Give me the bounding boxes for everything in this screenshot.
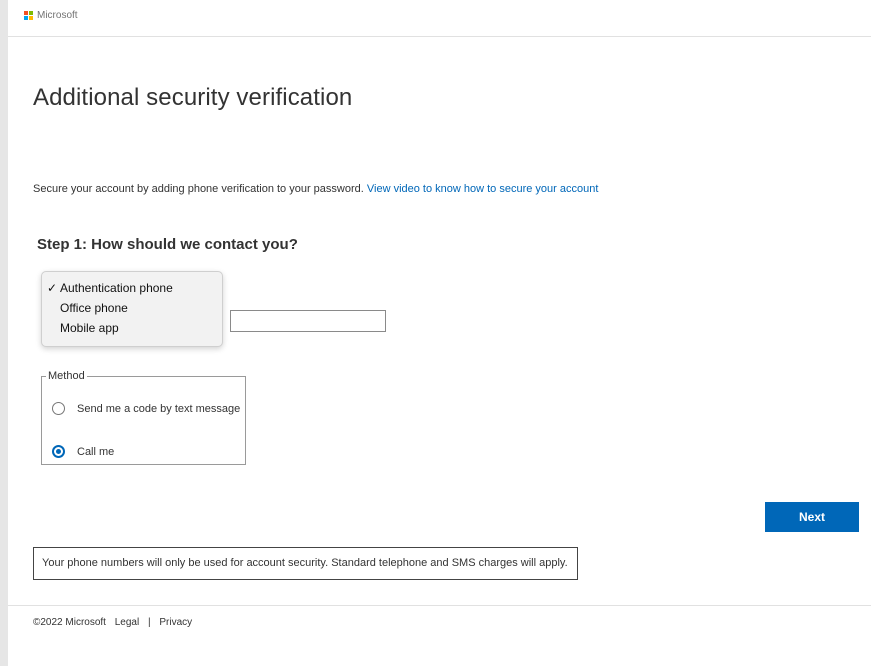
page-left-border (0, 0, 8, 666)
step-heading: Step 1: How should we contact you? (37, 236, 298, 253)
phone-usage-notice: Your phone numbers will only be used for… (33, 547, 578, 580)
brand-name: Microsoft (37, 10, 78, 21)
dropdown-option-mobile-app[interactable]: Mobile app (42, 318, 222, 338)
dropdown-option-label: Office phone (60, 301, 128, 315)
dropdown-option-office-phone[interactable]: Office phone (42, 298, 222, 318)
method-option-label: Call me (77, 445, 115, 458)
footer-divider (8, 605, 871, 606)
header: Microsoft (8, 0, 871, 37)
radio-unchecked-icon[interactable] (52, 402, 65, 415)
intro-text-block: Secure your account by adding phone veri… (33, 183, 598, 195)
contact-method-dropdown-menu[interactable]: ✓ Authentication phone Office phone Mobi… (41, 271, 223, 347)
phone-number-input[interactable] (230, 310, 386, 332)
method-option-call[interactable]: Call me (52, 445, 114, 458)
next-button[interactable]: Next (765, 502, 859, 532)
dropdown-option-label: Authentication phone (60, 281, 173, 295)
intro-text: Secure your account by adding phone veri… (33, 183, 364, 195)
microsoft-logo: Microsoft (24, 10, 78, 21)
view-video-link[interactable]: View video to know how to secure your ac… (367, 183, 599, 195)
legal-link[interactable]: Legal (115, 617, 139, 628)
method-fieldset: Method Send me a code by text message Ca… (41, 370, 246, 465)
copyright-text: ©2022 Microsoft (33, 617, 106, 628)
dropdown-option-authentication-phone[interactable]: ✓ Authentication phone (42, 278, 222, 298)
method-legend: Method (48, 370, 85, 382)
footer-separator: | (148, 617, 151, 628)
footer: ©2022 Microsoft Legal | Privacy (33, 617, 192, 628)
method-option-label: Send me a code by text message (77, 402, 241, 415)
page-title: Additional security verification (33, 84, 353, 111)
radio-checked-icon[interactable] (52, 445, 65, 458)
dropdown-option-label: Mobile app (60, 321, 119, 335)
method-option-text[interactable]: Send me a code by text message (52, 402, 240, 415)
privacy-link[interactable]: Privacy (159, 617, 192, 628)
microsoft-logo-icon (24, 10, 34, 21)
checkmark-icon: ✓ (47, 281, 58, 295)
